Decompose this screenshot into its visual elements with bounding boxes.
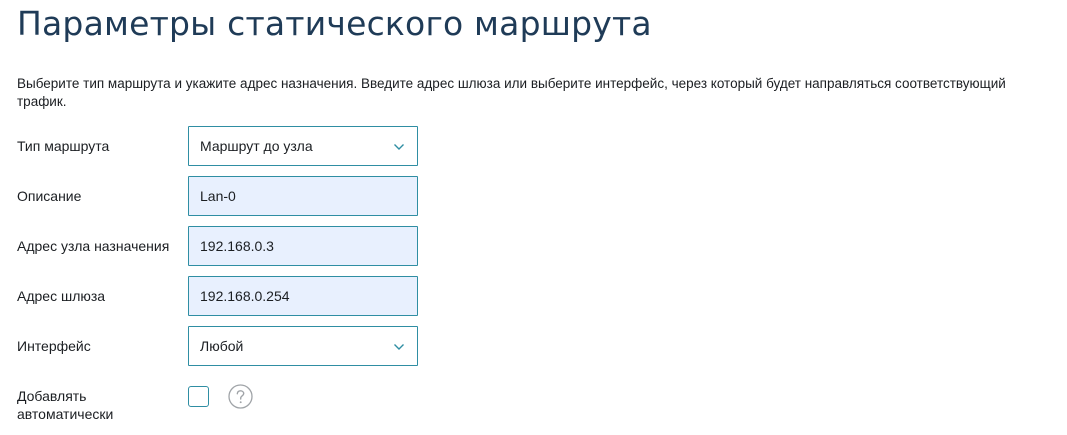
page-description: Выберите тип маршрута и укажите адрес на… <box>17 76 1006 109</box>
chevron-down-icon <box>394 144 404 150</box>
interface-select[interactable]: Любой <box>188 326 418 366</box>
route-type-select[interactable]: Маршрут до узла <box>188 126 418 166</box>
description-row: Описание <box>0 176 1067 216</box>
destination-address-input[interactable] <box>188 226 418 266</box>
interface-label: Интерфейс <box>17 338 91 354</box>
route-type-row: Тип маршрута Маршрут до узла <box>0 126 1067 166</box>
interface-value: Любой <box>200 338 244 354</box>
auto-add-checkbox[interactable] <box>188 386 209 407</box>
page-title: Параметры статического маршрута <box>17 4 652 43</box>
interface-row: Интерфейс Любой <box>0 326 1067 366</box>
gateway-address-input[interactable] <box>188 276 418 316</box>
route-type-value: Маршрут до узла <box>200 138 313 154</box>
question-circle-icon[interactable] <box>228 384 253 409</box>
description-input[interactable] <box>188 176 418 216</box>
auto-add-row: Добавлять автоматически <box>0 384 1067 426</box>
description-label: Описание <box>17 188 82 204</box>
route-type-label: Тип маршрута <box>17 138 110 154</box>
chevron-down-icon <box>394 344 404 350</box>
destination-row: Адрес узла назначения <box>0 226 1067 266</box>
auto-add-label: Добавлять автоматически <box>17 388 114 422</box>
gateway-row: Адрес шлюза <box>0 276 1067 316</box>
destination-label: Адрес узла назначения <box>17 238 170 254</box>
gateway-label: Адрес шлюза <box>17 288 106 304</box>
